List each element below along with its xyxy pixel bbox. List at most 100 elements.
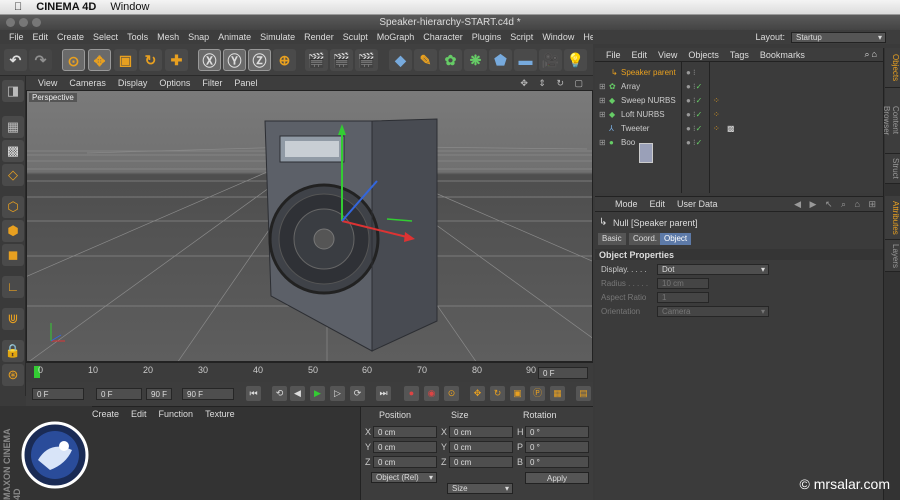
visibility-dots-icon[interactable]: ● ⁝✓ <box>686 136 702 150</box>
max-frame-field[interactable]: 90 F <box>146 388 172 400</box>
key-param-icon[interactable]: Ⓟ <box>530 386 545 401</box>
expand-icon[interactable]: ⊞ <box>599 136 606 150</box>
render-settings-icon[interactable]: 🎬 <box>355 49 378 71</box>
undo-icon[interactable]: ↶ <box>4 49 27 71</box>
object-row[interactable]: ⊞ ✿ Array ● ⁝✓ <box>595 80 883 94</box>
object-row[interactable]: ↳ Speaker parent ● ⁝ <box>595 66 883 80</box>
obj-menu-file[interactable]: File <box>606 50 621 60</box>
tab-basic[interactable]: Basic <box>598 233 626 245</box>
os-menu-window[interactable]: Window <box>110 1 149 13</box>
start-frame-field[interactable]: 0 F <box>32 388 84 400</box>
mat-menu-create[interactable]: Create <box>92 409 119 419</box>
points-mode-icon[interactable]: ⬡ <box>2 196 24 218</box>
lock-workplane-icon[interactable]: 🔒 <box>2 340 24 362</box>
menu-select[interactable]: Select <box>93 32 118 42</box>
visibility-dots-icon[interactable]: ● ⁝✓ <box>686 94 702 108</box>
apple-icon[interactable]:  <box>14 1 22 13</box>
attr-menu-userdata[interactable]: User Data <box>677 199 718 209</box>
side-tab-attributes[interactable]: Attributes <box>885 196 900 240</box>
camera-object-icon[interactable]: 🎥 <box>539 49 562 71</box>
axis-mode-icon[interactable]: ∟ <box>2 276 24 298</box>
side-tab-content-browser[interactable]: Content Browser <box>882 88 900 154</box>
key-rotation-icon[interactable]: ↻ <box>490 386 505 401</box>
redo-icon[interactable]: ↷ <box>29 49 52 71</box>
mat-menu-edit[interactable]: Edit <box>131 409 147 419</box>
x-axis-lock-icon[interactable]: Ⓧ <box>198 49 221 71</box>
attr-menu-edit[interactable]: Edit <box>650 199 666 209</box>
z-axis-lock-icon[interactable]: Ⓩ <box>248 49 271 71</box>
render-picture-viewer-icon[interactable]: 🎬 <box>330 49 353 71</box>
object-name[interactable]: Array <box>621 80 640 94</box>
vp-menu-options[interactable]: Options <box>159 78 190 88</box>
workplane-mode-icon[interactable]: ◇ <box>2 164 24 186</box>
subdivision-surface-icon[interactable]: ✿ <box>439 49 462 71</box>
tab-object[interactable]: Object <box>660 233 692 245</box>
zoom-window-icon[interactable] <box>32 18 41 27</box>
coord-mode-select[interactable]: Object (Rel) <box>371 472 437 483</box>
rot-b-field[interactable]: 0 ° <box>525 456 589 468</box>
move-tool-icon[interactable]: ✥ <box>88 49 111 71</box>
light-object-icon[interactable]: 💡 <box>564 49 587 71</box>
vp-menu-display[interactable]: Display <box>118 78 148 88</box>
current-frame-field[interactable]: 0 F <box>538 367 588 379</box>
pos-x-field[interactable]: 0 cm <box>373 426 437 438</box>
spline-pen-icon[interactable]: ✎ <box>414 49 437 71</box>
scale-tool-icon[interactable]: ▣ <box>114 49 137 71</box>
size-z-field[interactable]: 0 cm <box>449 456 513 468</box>
obj-menu-objects[interactable]: Objects <box>688 50 719 60</box>
phong-tag-icon[interactable]: ⁘ <box>713 94 720 108</box>
model-mode-icon[interactable]: ▦ <box>2 116 24 138</box>
menu-file[interactable]: File <box>9 32 24 42</box>
key-pla-icon[interactable]: ▦ <box>550 386 565 401</box>
next-key-icon[interactable]: ⟳ <box>350 386 365 401</box>
object-row[interactable]: ⊞ ◆ Loft NURBS ● ⁝✓ ⁘ <box>595 108 883 122</box>
side-tab-struct[interactable]: Struct <box>885 154 900 184</box>
prev-key-icon[interactable]: ⟲ <box>272 386 287 401</box>
go-to-end-icon[interactable]: ⏭ <box>376 386 391 401</box>
menu-window[interactable]: Window <box>542 32 574 42</box>
attr-menu-mode[interactable]: Mode <box>615 199 638 209</box>
material-tag-icon[interactable]: ▩ <box>727 122 735 136</box>
snap-icon[interactable]: ⊛ <box>2 364 24 386</box>
deformer-icon[interactable]: ⬟ <box>489 49 512 71</box>
cube-primitive-icon[interactable]: ◆ <box>389 49 412 71</box>
visibility-dots-icon[interactable]: ● ⁝✓ <box>686 122 702 136</box>
obj-search-icon[interactable]: ⌕⌂ <box>865 49 879 60</box>
close-window-icon[interactable] <box>6 18 15 27</box>
object-row[interactable]: ⅄ Tweeter ● ⁝✓ ⁘ ▩ <box>595 122 883 136</box>
visibility-dots-icon[interactable]: ● ⁝✓ <box>686 80 702 94</box>
object-name[interactable]: Tweeter <box>621 122 649 136</box>
size-mode-select[interactable]: Size <box>447 483 513 494</box>
record-keys-icon[interactable]: ● <box>404 386 419 401</box>
menu-create[interactable]: Create <box>57 32 84 42</box>
end-frame-field[interactable]: 90 F <box>182 388 234 400</box>
menu-tools[interactable]: Tools <box>127 32 148 42</box>
vp-menu-filter[interactable]: Filter <box>202 78 222 88</box>
vp-menu-cameras[interactable]: Cameras <box>69 78 106 88</box>
prop-aspect-field[interactable]: 1 <box>657 292 709 303</box>
key-position-icon[interactable]: ✥ <box>470 386 485 401</box>
texture-mode-icon[interactable]: ▩ <box>2 140 24 162</box>
menu-mograph[interactable]: MoGraph <box>377 32 415 42</box>
menu-script[interactable]: Script <box>510 32 533 42</box>
vp-menu-panel[interactable]: Panel <box>234 78 257 88</box>
mat-menu-function[interactable]: Function <box>159 409 194 419</box>
expand-icon[interactable]: ⊞ <box>599 108 606 122</box>
attr-nav-icons[interactable]: ◀ ▶ ↖ ⌕ ⌂ ⊞ <box>794 199 879 210</box>
edges-mode-icon[interactable]: ⬢ <box>2 220 24 242</box>
size-y-field[interactable]: 0 cm <box>449 441 513 453</box>
viewport-nav-icons[interactable]: ✥ ⇕ ↻ ▢ <box>520 78 587 89</box>
obj-menu-edit[interactable]: Edit <box>632 50 648 60</box>
menu-edit[interactable]: Edit <box>33 32 49 42</box>
rot-p-field[interactable]: 0 ° <box>525 441 589 453</box>
prev-frame-icon[interactable]: ◀ <box>290 386 305 401</box>
rot-h-field[interactable]: 0 ° <box>525 426 589 438</box>
tab-coord[interactable]: Coord. <box>629 233 662 245</box>
prop-radius-field[interactable]: 10 cm <box>657 278 709 289</box>
menu-snap[interactable]: Snap <box>188 32 209 42</box>
mat-menu-texture[interactable]: Texture <box>205 409 235 419</box>
object-name[interactable]: Loft NURBS <box>621 108 665 122</box>
expand-icon[interactable]: ⊞ <box>599 94 606 108</box>
obj-menu-tags[interactable]: Tags <box>730 50 749 60</box>
go-to-start-icon[interactable]: ⏮ <box>246 386 261 401</box>
